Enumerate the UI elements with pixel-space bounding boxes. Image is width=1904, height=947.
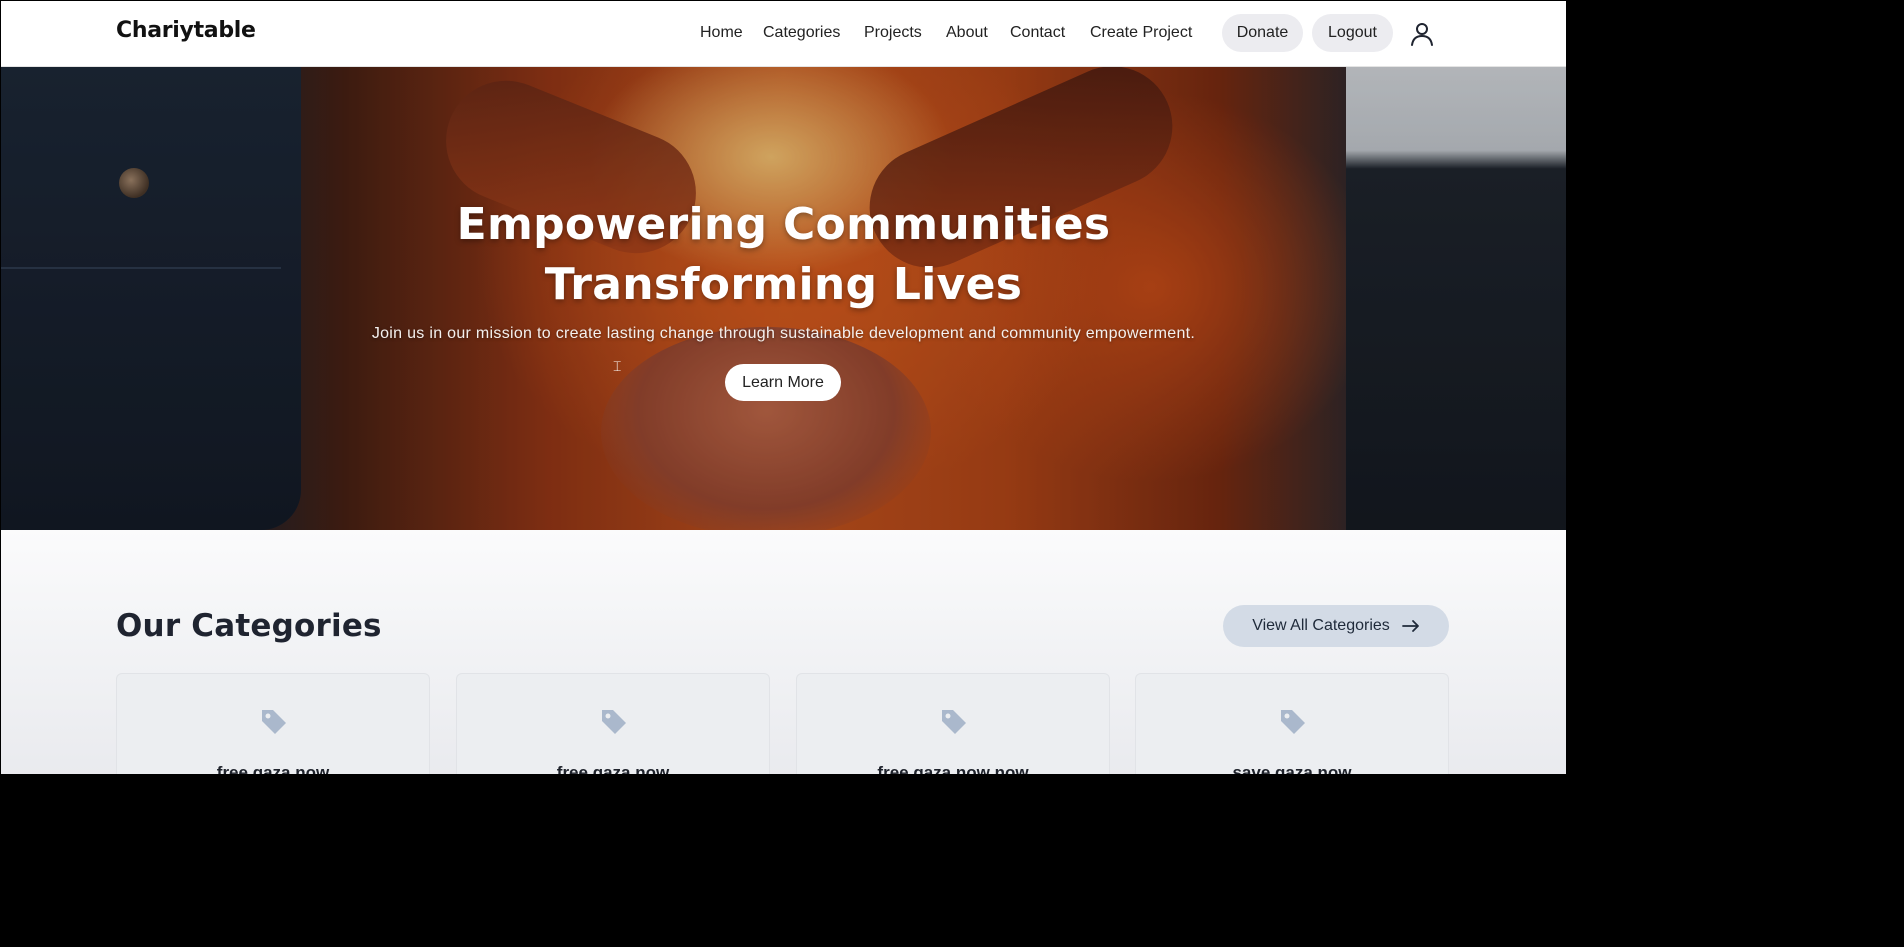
hero-title-line2: Transforming Lives <box>544 259 1023 310</box>
donate-button[interactable]: Donate <box>1222 14 1303 52</box>
tag-icon <box>942 710 966 734</box>
view-all-categories-button[interactable]: View All Categories <box>1223 605 1449 647</box>
navbar: Chariytable Home Categories Projects Abo… <box>1 1 1566 67</box>
user-icon[interactable] <box>1409 21 1435 47</box>
nav-categories[interactable]: Categories <box>763 24 840 42</box>
nav-contact[interactable]: Contact <box>1010 24 1065 42</box>
categories-heading: Our Categories <box>116 608 382 644</box>
tag-icon <box>1281 710 1305 734</box>
text-cursor-icon: ⌶ <box>613 358 622 374</box>
nav-links: Home Categories Projects About Contact C… <box>1 1 1566 67</box>
category-card[interactable]: free gaza now <box>116 673 430 774</box>
category-name: free gaza now <box>216 763 330 774</box>
category-name: free gaza now <box>556 763 670 774</box>
logout-button[interactable]: Logout <box>1312 14 1393 52</box>
nav-about[interactable]: About <box>946 24 988 42</box>
category-name: free gaza now now <box>877 763 1029 774</box>
arrow-right-icon <box>1401 620 1419 632</box>
tag-icon <box>262 710 286 734</box>
view-all-label: View All Categories <box>1252 617 1390 634</box>
category-card[interactable]: save gaza now <box>1135 673 1449 774</box>
hero-subtitle: Join us in our mission to create lasting… <box>371 325 1196 342</box>
category-card[interactable]: free gaza now <box>456 673 770 774</box>
category-name: save gaza now <box>1232 763 1352 774</box>
nav-create-project[interactable]: Create Project <box>1090 24 1192 42</box>
nav-projects[interactable]: Projects <box>864 24 922 42</box>
tag-icon <box>602 710 626 734</box>
hero-content: Empowering Communities Transforming Live… <box>1 67 1566 530</box>
category-card[interactable]: free gaza now now <box>796 673 1110 774</box>
hero-banner: Empowering Communities Transforming Live… <box>1 67 1566 530</box>
learn-more-button[interactable]: Learn More <box>725 364 841 401</box>
nav-home[interactable]: Home <box>700 24 743 42</box>
page: Chariytable Home Categories Projects Abo… <box>1 1 1566 774</box>
categories-section: Our Categories View All Categories free … <box>1 530 1566 774</box>
hero-title-line1: Empowering Communities <box>456 199 1111 250</box>
